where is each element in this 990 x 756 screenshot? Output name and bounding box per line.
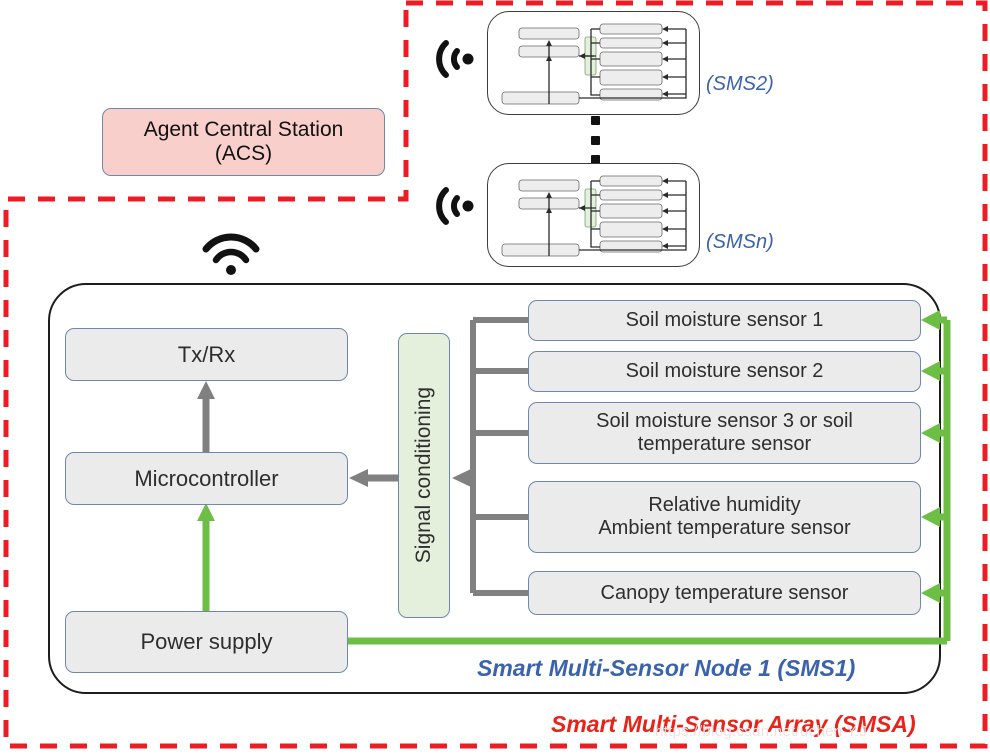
soil-moisture-sensor-2-box[interactable]: Soil moisture sensor 2 — [528, 351, 921, 392]
sms2-mini-diagram — [501, 23, 687, 105]
smsn-caption: (SMSn) — [706, 231, 774, 253]
soil-moisture-sensor-3-box[interactable]: Soil moisture sensor 3 or soil temperatu… — [528, 402, 921, 464]
sensor-label-line2: Ambient temperature sensor — [598, 517, 851, 539]
smsn-node-thumbnail[interactable] — [487, 163, 700, 267]
relative-humidity-ambient-temperature-sensor-box[interactable]: Relative humidity Ambient temperature se… — [528, 481, 921, 553]
sensor-label: Soil moisture sensor 2 — [625, 360, 824, 382]
txrx-label: Tx/Rx — [177, 341, 236, 367]
sensor-label: Soil moisture sensor 1 — [625, 309, 824, 331]
sms2-node-thumbnail[interactable] — [487, 11, 700, 115]
soil-moisture-sensor-1-box[interactable]: Soil moisture sensor 1 — [528, 300, 921, 341]
signal-conditioning-box[interactable]: Signal conditioning — [398, 333, 450, 618]
sensor-label-line2: temperature sensor — [637, 433, 812, 455]
sensor-label-line1: Soil moisture sensor 3 or soil — [596, 410, 853, 432]
microcontroller-label: Microcontroller — [134, 465, 279, 491]
sms1-caption: Smart Multi-Sensor Node 1 (SMS1) — [477, 655, 856, 681]
sms2-caption: (SMS2) — [706, 73, 774, 95]
sensor-label: Canopy temperature sensor — [600, 581, 849, 604]
wifi-icon — [202, 233, 260, 275]
acs-label-line2: (ACS) — [214, 142, 273, 165]
agent-central-station-box[interactable]: Agent Central Station (ACS) — [102, 108, 385, 176]
power-supply-box[interactable]: Power supply — [65, 611, 348, 673]
signal-conditioning-label: Signal conditioning — [411, 387, 435, 564]
power-supply-label: Power supply — [140, 629, 273, 655]
watermark: https://blog.csdn.net/uchen Y.J — [655, 723, 868, 740]
acs-label-line1: Agent Central Station — [143, 118, 344, 142]
wireless-signal-icon — [436, 187, 474, 225]
wireless-signal-icon — [436, 40, 474, 78]
smsn-mini-diagram — [501, 175, 687, 257]
vertical-ellipsis-icon — [588, 116, 602, 164]
microcontroller-box[interactable]: Microcontroller — [65, 452, 348, 505]
sensor-label-line1: Relative humidity — [648, 494, 801, 516]
txrx-box[interactable]: Tx/Rx — [65, 328, 348, 381]
canopy-temperature-sensor-box[interactable]: Canopy temperature sensor — [528, 571, 921, 615]
